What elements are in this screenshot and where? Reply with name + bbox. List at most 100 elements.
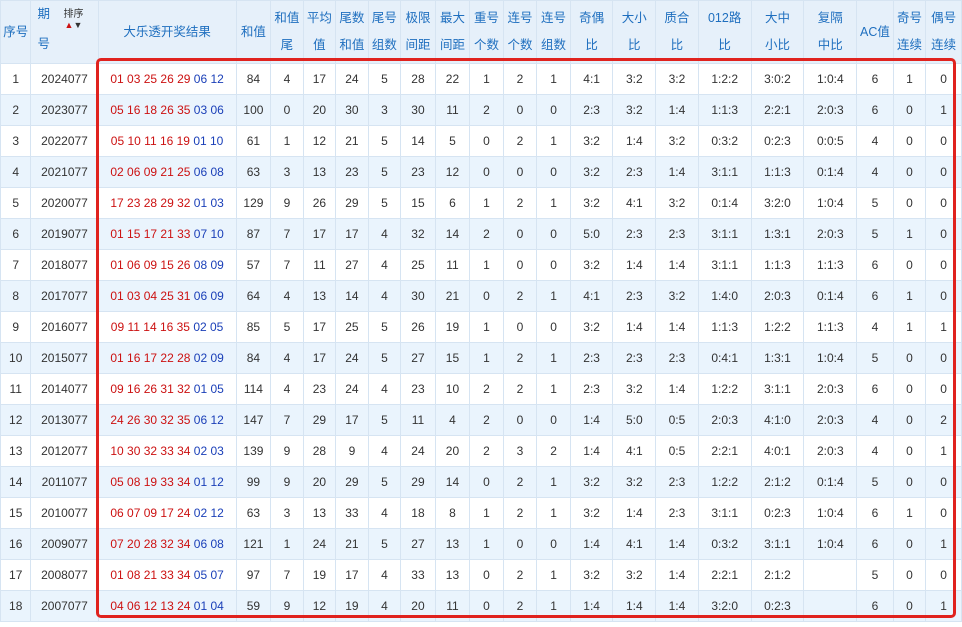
row-tail-sum: 24 <box>335 373 369 405</box>
row-result: 05 08 19 33 34 01 12 <box>97 466 237 498</box>
col-max-gap: 最大 间距 <box>434 0 471 64</box>
col-odd-even: 奇偶比 <box>569 0 614 64</box>
red-balls: 10 30 32 33 34 <box>110 444 191 458</box>
row-route: 0:3:2 <box>697 528 752 560</box>
row-prime: 1:4 <box>655 311 699 343</box>
row-route: 2:2:1 <box>697 435 752 467</box>
row-tail-sum: 33 <box>335 497 369 529</box>
row-period: 2011077 <box>30 466 99 498</box>
row-big-small: 3:2 <box>612 466 657 498</box>
sort-control[interactable]: 排序 ▲▼ <box>63 7 83 30</box>
row-result: 06 07 09 17 24 02 12 <box>97 497 237 529</box>
row-sum: 114 <box>235 373 272 405</box>
row-repeat: 0 <box>469 280 504 312</box>
row-no: 4 <box>0 156 32 188</box>
row-tail-sum: 23 <box>335 156 369 188</box>
table-row: 3 2022077 05 10 11 16 19 01 10 61 1 12 21 5 14 5 0… <box>0 125 962 157</box>
row-odd-even: 5:0 <box>569 218 614 250</box>
row-no: 8 <box>0 280 32 312</box>
row-tail-group: 4 <box>367 218 402 250</box>
row-odd-consec: 0 <box>892 435 927 467</box>
table-row: 17 2008077 01 08 21 33 34 05 07 97 7 19 17 4 33 1… <box>0 559 962 591</box>
red-balls: 05 16 18 26 35 <box>110 103 191 117</box>
row-even-consec: 1 <box>925 590 962 622</box>
row-even-consec: 2 <box>925 404 962 436</box>
blue-balls: 07 10 <box>193 227 224 241</box>
row-big-small: 3:2 <box>612 63 657 95</box>
blue-balls: 08 09 <box>193 258 224 272</box>
row-period: 2022077 <box>30 125 99 157</box>
col-bms-bottom: 小比 <box>764 38 790 52</box>
row-tail-sum: 24 <box>335 63 369 95</box>
row-tail-sum: 30 <box>335 94 369 126</box>
col-prime: 质合比 <box>655 0 699 64</box>
row-prime: 3:2 <box>655 187 699 219</box>
row-consec: 2 <box>502 466 538 498</box>
row-route: 1:2:2 <box>697 466 752 498</box>
row-route: 0:3:2 <box>697 125 752 157</box>
page: 序号 期 号 排序 ▲▼ 大乐透开奖结果 和值 和值尾 平均值 尾数 和值 尾号组… <box>0 0 962 627</box>
blue-balls: 06 12 <box>193 72 224 86</box>
row-consec-group: 0 <box>536 311 571 343</box>
row-consec: 3 <box>502 435 538 467</box>
row-ac: 6 <box>856 63 894 95</box>
row-avg: 26 <box>302 187 337 219</box>
row-no: 10 <box>0 342 32 374</box>
row-result: 01 03 25 26 29 06 12 <box>97 63 237 95</box>
row-prime: 2:3 <box>655 342 699 374</box>
row-route: 1:1:3 <box>697 94 752 126</box>
row-even-consec: 1 <box>925 94 962 126</box>
row-sum: 84 <box>235 63 272 95</box>
row-limit-gap: 27 <box>400 342 436 374</box>
row-sum: 139 <box>235 435 272 467</box>
blue-balls: 01 12 <box>193 475 224 489</box>
red-balls: 01 15 17 21 33 <box>110 227 191 241</box>
red-balls: 01 03 25 26 29 <box>110 72 191 86</box>
row-odd-even: 3:2 <box>569 156 614 188</box>
row-no: 14 <box>0 466 32 498</box>
row-odd-consec: 0 <box>892 528 927 560</box>
row-big-small: 2:3 <box>612 156 657 188</box>
row-consec: 2 <box>502 497 538 529</box>
row-avg: 19 <box>302 559 337 591</box>
table-body: 1 2024077 01 03 25 26 29 06 12 84 4 17 24 5 28 22… <box>0 63 962 622</box>
row-result: 01 06 09 15 26 08 09 <box>97 249 237 281</box>
row-consec: 0 <box>502 311 538 343</box>
row-odd-even: 3:2 <box>569 125 614 157</box>
row-repeat: 0 <box>469 590 504 622</box>
table-row: 7 2018077 01 06 09 15 26 08 09 57 7 11 27 4 25 11… <box>0 249 962 281</box>
col-limit-gap-bottom: 间距 <box>405 38 431 52</box>
table-row: 13 2012077 10 30 32 33 34 02 03 139 9 28 9 4 24 2… <box>0 435 962 467</box>
row-even-consec: 0 <box>925 280 962 312</box>
red-balls: 07 20 28 32 34 <box>110 537 191 551</box>
row-result: 01 03 04 25 31 06 09 <box>97 280 237 312</box>
row-period: 2012077 <box>30 435 99 467</box>
row-region: 0:1:4 <box>803 280 858 312</box>
col-limit-gap: 极限 间距 <box>400 0 436 64</box>
row-even-consec: 1 <box>925 528 962 560</box>
row-limit-gap: 15 <box>400 187 436 219</box>
row-even-consec: 0 <box>925 497 962 529</box>
row-big-small: 2:3 <box>612 218 657 250</box>
col-sum-tail-top: 和值 <box>274 11 300 25</box>
row-tail-sum: 24 <box>335 342 369 374</box>
row-ac: 5 <box>856 559 894 591</box>
blue-balls: 01 04 <box>193 599 224 613</box>
row-route: 1:2:2 <box>697 63 752 95</box>
row-tail-sum: 19 <box>335 590 369 622</box>
row-ac: 6 <box>856 249 894 281</box>
row-consec-group: 0 <box>536 249 571 281</box>
blue-balls: 06 12 <box>193 413 224 427</box>
row-max-gap: 8 <box>434 497 471 529</box>
col-period[interactable]: 期 号 排序 ▲▼ <box>30 0 99 64</box>
row-bms: 3:2:0 <box>750 187 805 219</box>
row-route: 0:1:4 <box>697 187 752 219</box>
row-period: 2017077 <box>30 280 99 312</box>
row-limit-gap: 28 <box>400 63 436 95</box>
row-route: 3:1:1 <box>697 218 752 250</box>
row-odd-consec: 0 <box>892 249 927 281</box>
blue-balls: 02 09 <box>193 351 224 365</box>
row-period: 2019077 <box>30 218 99 250</box>
row-repeat: 0 <box>469 156 504 188</box>
row-repeat: 1 <box>469 528 504 560</box>
